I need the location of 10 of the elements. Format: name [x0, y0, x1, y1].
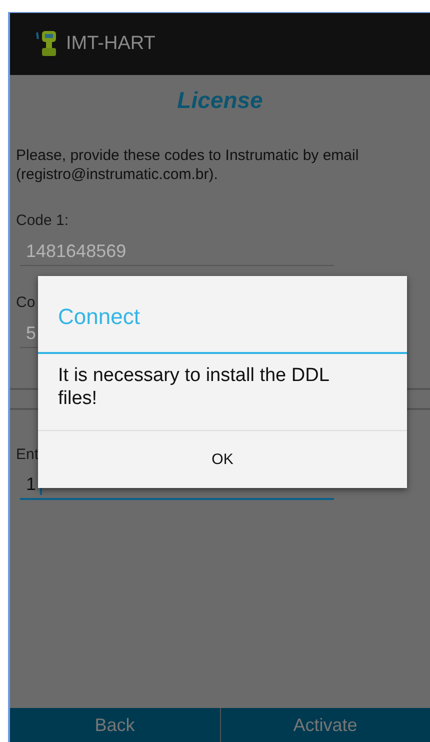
input-field[interactable]: 1481648569 [20, 231, 334, 266]
field-label: Code 1: [16, 212, 69, 229]
app-title: IMT-HART [66, 33, 156, 55]
ok-button[interactable]: OK [38, 431, 407, 488]
dialog-message: It is necessary to install the DDL files! [38, 354, 407, 431]
instructions-text: Please, provide these codes to Instrumatic by email (registro@instrumatic.com.br). [16, 146, 360, 184]
field-label: Ent [16, 446, 39, 463]
field-label: Co [16, 294, 36, 311]
dialog-title: Connect [38, 276, 407, 354]
page-title: License [177, 87, 263, 114]
